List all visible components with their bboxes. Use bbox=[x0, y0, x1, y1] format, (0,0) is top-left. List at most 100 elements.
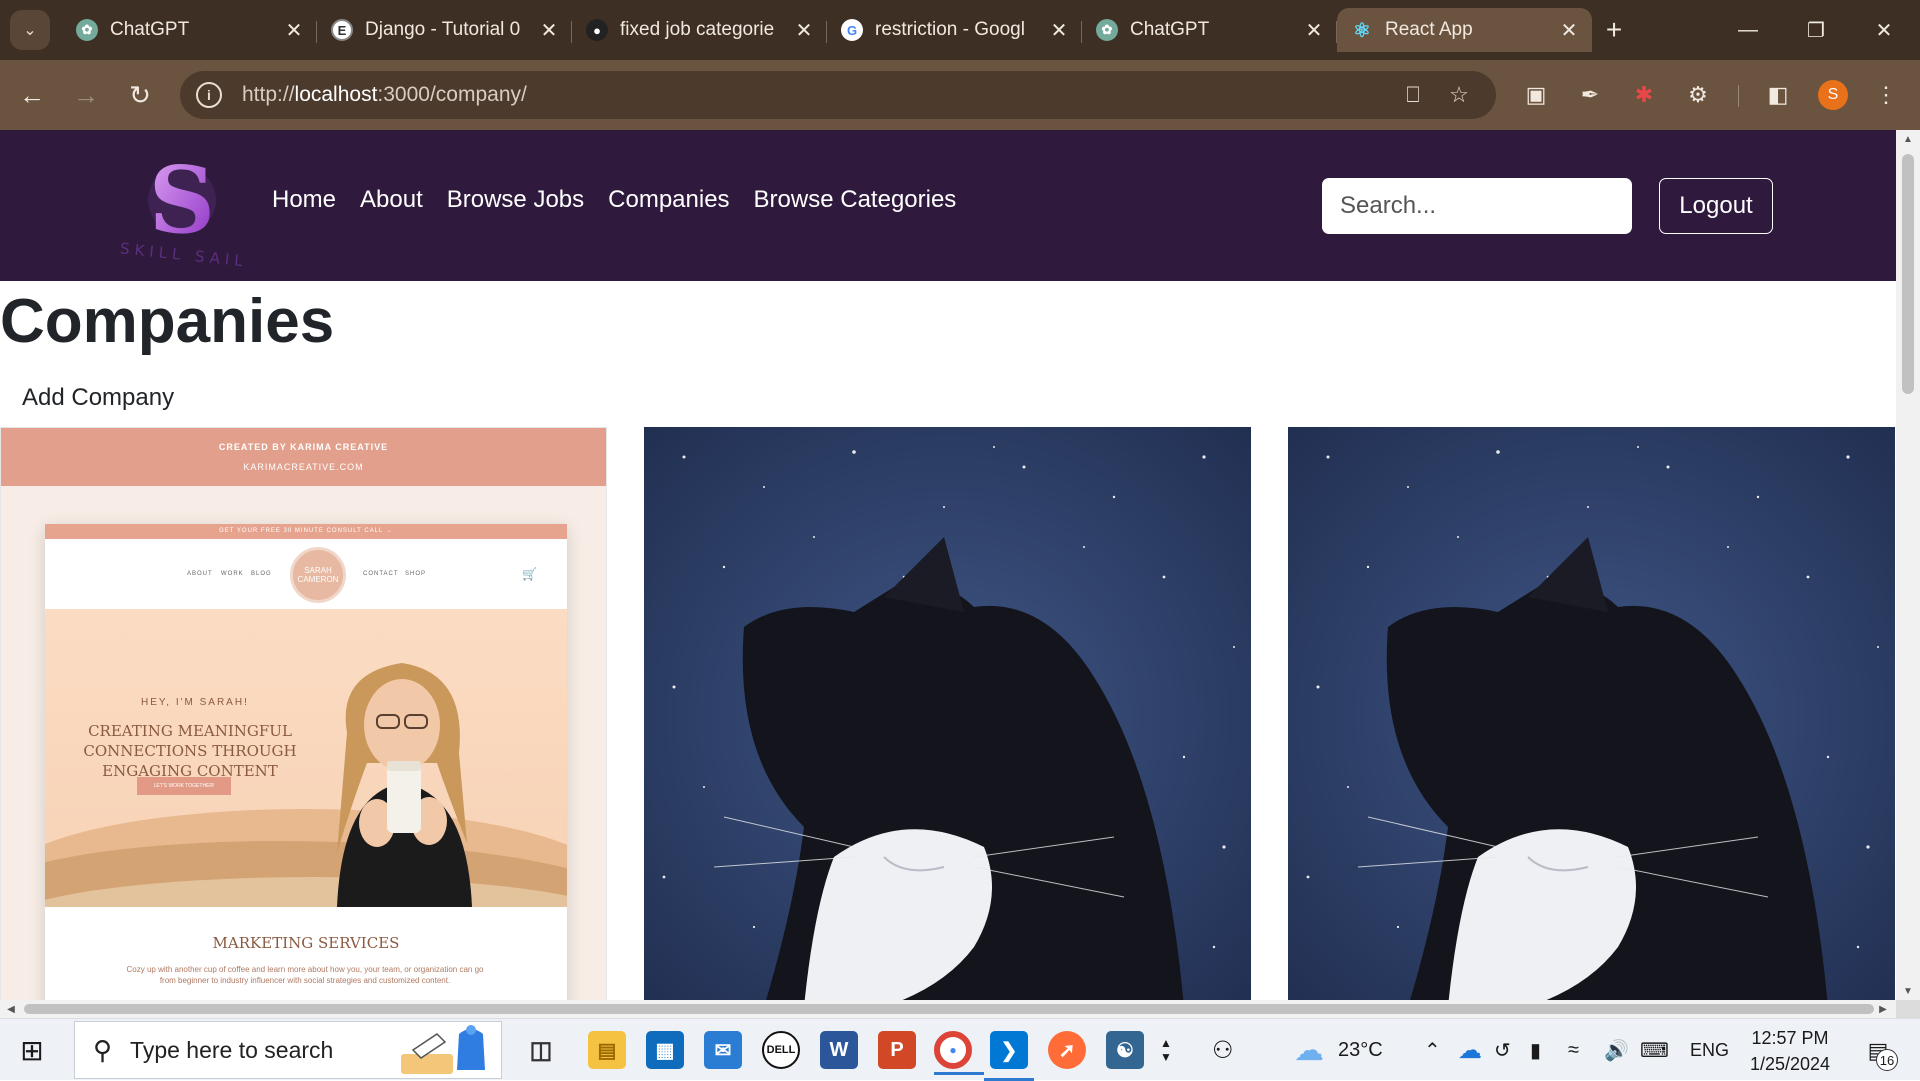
url-prefix: http:// bbox=[242, 83, 295, 106]
language-indicator[interactable]: ENG bbox=[1690, 1019, 1729, 1081]
taskbar-search-box[interactable]: ⚲ Type here to search bbox=[74, 1021, 502, 1079]
new-tab-button[interactable]: + bbox=[1598, 14, 1630, 46]
side-panel-icon[interactable]: ◧ bbox=[1760, 77, 1796, 113]
page-viewport: S SKILL SAIL Home About Browse Jobs Comp… bbox=[0, 130, 1920, 1000]
close-icon[interactable]: ✕ bbox=[538, 18, 560, 43]
onedrive-icon[interactable]: ☁ bbox=[1458, 1019, 1482, 1081]
picture-in-picture-icon[interactable]: ▣ bbox=[1518, 77, 1554, 113]
reload-button[interactable]: ↻ bbox=[122, 77, 158, 113]
weather-widget[interactable]: ☁ 23°C bbox=[1294, 1019, 1383, 1081]
url-text[interactable]: http://localhost:3000/company/ bbox=[242, 83, 527, 107]
nav-link-browse-categories[interactable]: Browse Categories bbox=[754, 186, 957, 214]
horizontal-scrollbar[interactable]: ◀ ▶ bbox=[0, 1000, 1896, 1018]
file-explorer-icon[interactable]: ▤ bbox=[588, 1031, 626, 1069]
tab-list: ✿ ChatGPT ✕ E Django - Tutorial 0 ✕ ● fi… bbox=[62, 8, 1592, 60]
horizontal-scroll-thumb[interactable] bbox=[24, 1004, 1874, 1014]
tab-title: ChatGPT bbox=[1130, 19, 1210, 40]
taskbar-overflow-arrows[interactable]: ▲ ▼ bbox=[1160, 1019, 1172, 1081]
address-bar[interactable]: i http://localhost:3000/company/ ⎕ ☆ bbox=[180, 71, 1496, 119]
scroll-left-arrow-icon[interactable]: ◀ bbox=[2, 1000, 20, 1018]
close-window-button[interactable]: ✕ bbox=[1850, 0, 1918, 60]
arrow-right-icon: → bbox=[73, 79, 99, 110]
company-card[interactable]: CREATED BY KARIMA CREATIVE KARIMACREATIV… bbox=[0, 427, 607, 1000]
minimize-button[interactable]: — bbox=[1714, 0, 1782, 60]
bookmark-star-icon[interactable]: ☆ bbox=[1446, 82, 1472, 108]
tab-search-button[interactable]: ⌄ bbox=[10, 10, 50, 50]
tab-google[interactable]: G restriction - Googl ✕ bbox=[827, 8, 1082, 52]
reload-icon: ↻ bbox=[129, 79, 151, 110]
menu-kebab-icon[interactable]: ⋮ bbox=[1868, 77, 1904, 113]
app-navbar: S SKILL SAIL Home About Browse Jobs Comp… bbox=[0, 130, 1896, 281]
close-icon[interactable]: ✕ bbox=[283, 18, 305, 43]
people-icon[interactable]: ⚇ bbox=[1212, 1019, 1234, 1081]
close-icon[interactable]: ✕ bbox=[793, 18, 815, 43]
word-icon[interactable]: W bbox=[820, 1031, 858, 1069]
chrome-icon[interactable]: ● bbox=[934, 1031, 984, 1075]
mockup-topbar: GET YOUR FREE 30 MINUTE CONSULT CALL → bbox=[45, 524, 567, 539]
mockup-menu-item: WORK bbox=[221, 571, 244, 577]
taskbar-search-placeholder: Type here to search bbox=[130, 1036, 334, 1063]
company-card[interactable] bbox=[1288, 427, 1895, 1000]
add-company-link[interactable]: Add Company bbox=[22, 384, 174, 412]
restore-button[interactable]: ❐ bbox=[1782, 0, 1850, 60]
postgresql-icon[interactable]: ☯ bbox=[1106, 1031, 1144, 1069]
postman-icon[interactable]: ➚ bbox=[1048, 1031, 1086, 1069]
company-card-grid: CREATED BY KARIMA CREATIVE KARIMACREATIV… bbox=[0, 427, 1896, 1000]
logout-button[interactable]: Logout bbox=[1659, 178, 1773, 234]
google-icon: G bbox=[841, 19, 863, 41]
skill-sail-logo[interactable]: S SKILL SAIL bbox=[120, 144, 250, 269]
close-icon[interactable]: ✕ bbox=[1303, 18, 1325, 43]
install-app-icon[interactable]: ⎕ bbox=[1400, 82, 1426, 108]
mockup-banner: CREATED BY KARIMA CREATIVE KARIMACREATIV… bbox=[1, 428, 606, 486]
mail-icon[interactable]: ✉ bbox=[704, 1031, 742, 1069]
tab-github[interactable]: ● fixed job categorie ✕ bbox=[572, 8, 827, 52]
back-button[interactable]: ← bbox=[14, 77, 50, 113]
nav-link-about[interactable]: About bbox=[360, 186, 423, 214]
show-hidden-icons-chevron-icon[interactable]: ⌃ bbox=[1424, 1019, 1441, 1081]
microsoft-store-icon[interactable]: ▦ bbox=[646, 1031, 684, 1069]
eyedropper-extension-icon[interactable]: ✒ bbox=[1572, 77, 1608, 113]
notification-center-button[interactable]: ▤ 16 bbox=[1856, 1033, 1900, 1071]
vertical-scroll-thumb[interactable] bbox=[1902, 154, 1914, 394]
tab-chatgpt-1[interactable]: ✿ ChatGPT ✕ bbox=[62, 8, 317, 52]
nav-link-companies[interactable]: Companies bbox=[608, 186, 729, 214]
extension-red-icon[interactable]: ✱ bbox=[1626, 77, 1662, 113]
mockup-services-desc: Cozy up with another cup of coffee and l… bbox=[126, 965, 484, 985]
sync-icon[interactable]: ↺ bbox=[1494, 1019, 1511, 1081]
company-logo-image: CREATED BY KARIMA CREATIVE KARIMACREATIV… bbox=[1, 428, 606, 1000]
close-icon[interactable]: ✕ bbox=[1048, 18, 1070, 43]
scroll-down-arrow-icon[interactable]: ▼ bbox=[1896, 982, 1920, 1000]
close-icon[interactable]: ✕ bbox=[1558, 18, 1580, 43]
site-info-icon[interactable]: i bbox=[196, 82, 222, 108]
browser-tabstrip: ⌄ ✿ ChatGPT ✕ E Django - Tutorial 0 ✕ ● … bbox=[0, 0, 1920, 60]
powerpoint-icon[interactable]: P bbox=[878, 1031, 916, 1069]
scroll-up-arrow-icon[interactable]: ▲ bbox=[1896, 130, 1920, 148]
mockup-cta-button: LET'S WORK TOGETHER! bbox=[137, 777, 231, 795]
tab-django[interactable]: E Django - Tutorial 0 ✕ bbox=[317, 8, 572, 52]
tab-chatgpt-2[interactable]: ✿ ChatGPT ✕ bbox=[1082, 8, 1337, 52]
taskbar-clock[interactable]: 12:57 PM 1/25/2024 bbox=[1738, 1025, 1842, 1077]
extensions-puzzle-icon[interactable]: ⚙ bbox=[1680, 77, 1716, 113]
vscode-icon[interactable]: ❯ bbox=[984, 1031, 1034, 1081]
volume-icon[interactable]: 🔊 bbox=[1604, 1019, 1629, 1081]
company-card[interactable] bbox=[644, 427, 1251, 1000]
keyboard-icon[interactable]: ⌨ bbox=[1640, 1019, 1669, 1081]
wifi-icon[interactable]: ≈ bbox=[1568, 1019, 1579, 1081]
windows-start-button[interactable]: ⊞ bbox=[14, 1032, 50, 1068]
task-view-icon[interactable]: ◫ bbox=[522, 1031, 560, 1069]
dell-icon[interactable]: DELL bbox=[762, 1031, 800, 1069]
forward-button[interactable]: → bbox=[68, 77, 104, 113]
battery-icon[interactable]: ▮ bbox=[1530, 1019, 1541, 1081]
search-input[interactable] bbox=[1322, 178, 1632, 234]
mockup-menu-item: ABOUT bbox=[187, 571, 213, 577]
scroll-right-arrow-icon[interactable]: ▶ bbox=[1874, 1000, 1892, 1018]
profile-avatar[interactable]: S bbox=[1818, 80, 1848, 110]
cart-icon: 🛒 bbox=[522, 567, 537, 581]
nav-link-home[interactable]: Home bbox=[272, 186, 336, 214]
mockup-menu-item: BLOG bbox=[251, 571, 272, 577]
search-icon: ⚲ bbox=[93, 1034, 113, 1065]
nav-link-browse-jobs[interactable]: Browse Jobs bbox=[447, 186, 584, 214]
vertical-scrollbar[interactable]: ▲ ▼ bbox=[1896, 130, 1920, 1000]
tab-react-app[interactable]: ⚛ React App ✕ bbox=[1337, 8, 1592, 52]
django-icon: E bbox=[331, 19, 353, 41]
